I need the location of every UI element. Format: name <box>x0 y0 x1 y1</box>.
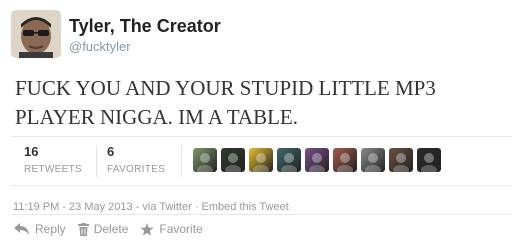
avatar-3[interactable] <box>249 148 273 172</box>
retweets-count: 16 <box>24 144 39 159</box>
tweet-actions: Reply Delete Favorite <box>14 222 215 236</box>
star-icon <box>140 222 154 236</box>
user-names: Tyler, The Creator @fucktyler <box>69 16 221 56</box>
tweet-meta: 11:19 PM - 23 May 2013 - via Twitter · E… <box>13 201 289 213</box>
reply-label: Reply <box>35 222 66 236</box>
timestamp[interactable]: 11:19 PM - 23 May 2013 <box>13 201 133 213</box>
avatar-1[interactable] <box>193 148 217 172</box>
retweets-label: RETWEETS <box>24 164 82 175</box>
meta-separator: · <box>191 201 202 213</box>
avatar-4[interactable] <box>277 148 301 172</box>
reply-button[interactable]: Reply <box>14 222 66 236</box>
favorites-label: FAVORITES <box>107 164 166 175</box>
favorites-count: 6 <box>107 144 115 159</box>
face-icon <box>393 153 409 172</box>
stat-separator <box>96 145 97 177</box>
delete-button[interactable]: Delete <box>77 222 129 236</box>
face-icon <box>421 153 437 172</box>
face-icon <box>281 153 297 172</box>
tweet-header: Tyler, The Creator @fucktyler <box>11 10 221 62</box>
favorite-label: Favorite <box>159 222 203 236</box>
trash-icon <box>77 222 89 236</box>
avatar-2[interactable] <box>221 148 245 172</box>
face-icon <box>309 153 325 172</box>
via-link[interactable]: Twitter <box>159 201 191 213</box>
divider <box>11 214 512 215</box>
retweets-stat[interactable]: 16 RETWEETS <box>24 144 82 177</box>
favorite-button[interactable]: Favorite <box>140 222 203 236</box>
embed-link[interactable]: Embed this Tweet <box>202 201 289 213</box>
favorites-stat[interactable]: 6 FAVORITES <box>107 144 165 177</box>
avatar-9[interactable] <box>417 148 441 172</box>
avatar-8[interactable] <box>389 148 413 172</box>
tweet-text: FUCK YOU AND YOUR STUPID LITTLE MP3 PLAY… <box>15 76 436 129</box>
delete-label: Delete <box>93 222 129 236</box>
avatar-7[interactable] <box>361 148 385 172</box>
face-icon <box>337 153 353 172</box>
display-name[interactable]: Tyler, The Creator <box>69 16 221 36</box>
face-icon <box>225 153 241 172</box>
face-icon <box>365 153 381 172</box>
face-icon <box>253 153 269 172</box>
meta-separator: - via <box>132 201 160 213</box>
divider <box>11 136 512 137</box>
face-icon <box>197 153 213 172</box>
profile-avatar[interactable] <box>11 10 61 58</box>
engager-avatars <box>193 148 445 172</box>
divider <box>11 185 512 186</box>
avatar-5[interactable] <box>305 148 329 172</box>
avatar-6[interactable] <box>333 148 357 172</box>
reply-icon <box>14 223 29 235</box>
stat-separator <box>181 145 182 177</box>
user-handle[interactable]: @fucktyler <box>69 38 221 56</box>
